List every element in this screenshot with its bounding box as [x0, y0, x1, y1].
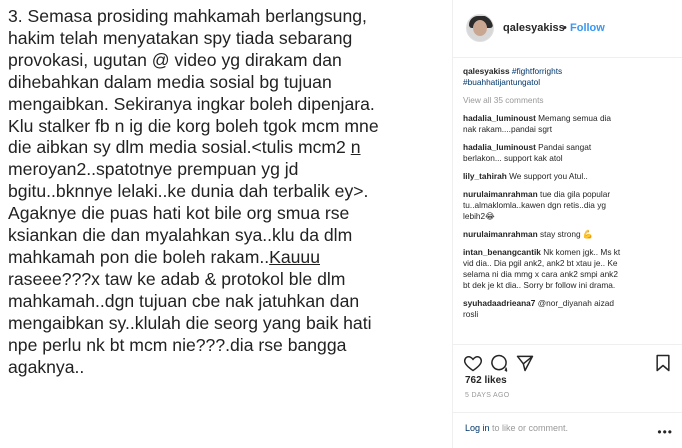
comments-section: qalesyakiss #fightforrights #buahhatijan… [463, 66, 677, 320]
follow-button[interactable]: Follow [570, 22, 605, 34]
post-underlined-word: Kauuu [269, 246, 320, 267]
post-line: mengaibkan sy..klulah die seorg yang bai… [8, 312, 372, 333]
comment: nurulaimanrahman stay strong 💪 [463, 229, 677, 240]
comment-text: lebih2😂 [463, 211, 495, 221]
post-line: dihebahkan dalam media sosial bg tujuan [8, 71, 332, 92]
post-image: 3. Semasa prosiding mahkamah berlangsung… [0, 0, 452, 448]
post-line: bgitu..bknnye lelaki..ke dunia dah terba… [8, 181, 369, 202]
hashtag[interactable]: #buahhatijantungatol [463, 77, 540, 87]
comment-username[interactable]: nurulaimanrahman [463, 189, 538, 199]
login-rest: to like or comment. [489, 423, 569, 433]
view-all-comments-link[interactable]: View all 35 comments [463, 95, 677, 106]
post-line: Klu stalker fb n ig die korg boleh tgok … [8, 115, 379, 136]
comment-text: @nor_diyanah aizad [535, 298, 614, 308]
post-line: die aibkan sy dlm media sosial.<tulis mc… [8, 137, 448, 159]
comment-text: Pandai sangat [535, 142, 592, 152]
post-line: agaknya.. [8, 356, 85, 377]
comment-text: berlakon... support kak atol [463, 153, 563, 163]
post-header: qalesyakiss • Follow [453, 0, 682, 58]
post-line: ksiankan die dan myalahkan sya..klu da d… [8, 225, 353, 246]
post-sidebar: qalesyakiss • Follow qalesyakiss #fightf… [452, 0, 682, 448]
post-line-text: die aibkan sy dlm media sosial.<tulis mc… [8, 137, 351, 158]
post-line: meroyan2..spatotnye prempuan yg jd [8, 159, 299, 180]
more-options-icon[interactable]: ••• [657, 425, 673, 439]
header-username[interactable]: qalesyakiss [503, 22, 565, 34]
post-line: raseee???x taw ke adab & protokol ble dl… [8, 268, 346, 289]
comment-text: tu..almaklomla..kawen dgn retis..dia yg [463, 200, 606, 210]
heart-icon[interactable] [463, 353, 483, 373]
comment-text: rosli [463, 309, 479, 319]
caption-username[interactable]: qalesyakiss [463, 66, 510, 76]
comment-icon[interactable] [489, 353, 509, 373]
post-line: mengaibkan. Sekiranya ingkar boleh dipen… [8, 93, 375, 114]
header-separator: • [563, 22, 567, 34]
comment-username[interactable]: syuhadaadrieana7 [463, 298, 535, 308]
post-line: mahkamah pon die boleh rakam..Kauuu [8, 247, 448, 269]
post-line: provokasi, ugutan @ video yg dirakam dan [8, 49, 342, 70]
login-link[interactable]: Log in [465, 423, 490, 433]
avatar-face [473, 20, 487, 36]
post-line-text: mahkamah pon die boleh rakam.. [8, 246, 270, 267]
comment-text: stay strong 💪 [537, 229, 594, 239]
comment-text: Memang semua dia [535, 113, 612, 123]
post-line: hakim telah menyatakan spy tiada sebaran… [8, 27, 353, 48]
comment-text: tue dia gila popular [537, 189, 611, 199]
post-line: mahkamah..dgn tujuan cbe nak jatuhkan da… [8, 290, 360, 311]
login-prompt: Log in to like or comment. [465, 423, 568, 433]
avatar[interactable] [466, 14, 494, 42]
comment-text: Nk komen jgk.. Ms kt [540, 247, 621, 257]
caption: qalesyakiss #fightforrights #buahhatijan… [463, 66, 677, 88]
comment: intan_benangcantik Nk komen jgk.. Ms kt … [463, 247, 677, 291]
comment-text: bt dek je kt dia.. Sorry br follow ini d… [463, 280, 616, 290]
bookmark-icon[interactable] [653, 353, 673, 373]
post-line: Agaknye die puas hati kot bile org smua … [8, 203, 350, 224]
comment-text: We support you Atul.. [506, 171, 588, 181]
comment-username[interactable]: intan_benangcantik [463, 247, 541, 257]
comment-username[interactable]: lily_tahirah [463, 171, 507, 181]
action-bar: 762 likes 5 DAYS AGO [453, 344, 682, 399]
post-line: 3. Semasa prosiding mahkamah berlangsung… [8, 6, 367, 26]
comment-text: selama ni dia mmg x cara ank2 smpi ank2 [463, 269, 618, 279]
comment: syuhadaadrieana7 @nor_diyanah aizad rosl… [463, 298, 677, 320]
post-text: 3. Semasa prosiding mahkamah berlangsung… [8, 6, 448, 378]
comment: hadalia_luminoust Pandai sangat berlakon… [463, 142, 677, 164]
comment-username[interactable]: hadalia_luminoust [463, 142, 536, 152]
comment-text: vid dia.. Dia pgil ank2, ank2 bt xtau je… [463, 258, 618, 268]
login-bar: Log in to like or comment. ••• [453, 412, 682, 448]
comment-username[interactable]: nurulaimanrahman [463, 229, 538, 239]
post-line: npe perlu nk bt mcm nie???.dia rse bangg… [8, 334, 347, 355]
comment-text: nak rakam....pandai sgrt [463, 124, 553, 134]
comment: lily_tahirah We support you Atul.. [463, 171, 677, 182]
comment-username[interactable]: hadalia_luminoust [463, 113, 536, 123]
comment: hadalia_luminoust Memang semua dia nak r… [463, 113, 677, 135]
post-underlined-word: n [350, 137, 361, 158]
hashtag[interactable]: #fightforrights [512, 66, 562, 76]
likes-count[interactable]: 762 likes [465, 375, 507, 386]
share-icon[interactable] [515, 353, 535, 373]
comment: nurulaimanrahman tue dia gila popular tu… [463, 189, 677, 222]
post-timestamp: 5 DAYS AGO [465, 392, 510, 399]
